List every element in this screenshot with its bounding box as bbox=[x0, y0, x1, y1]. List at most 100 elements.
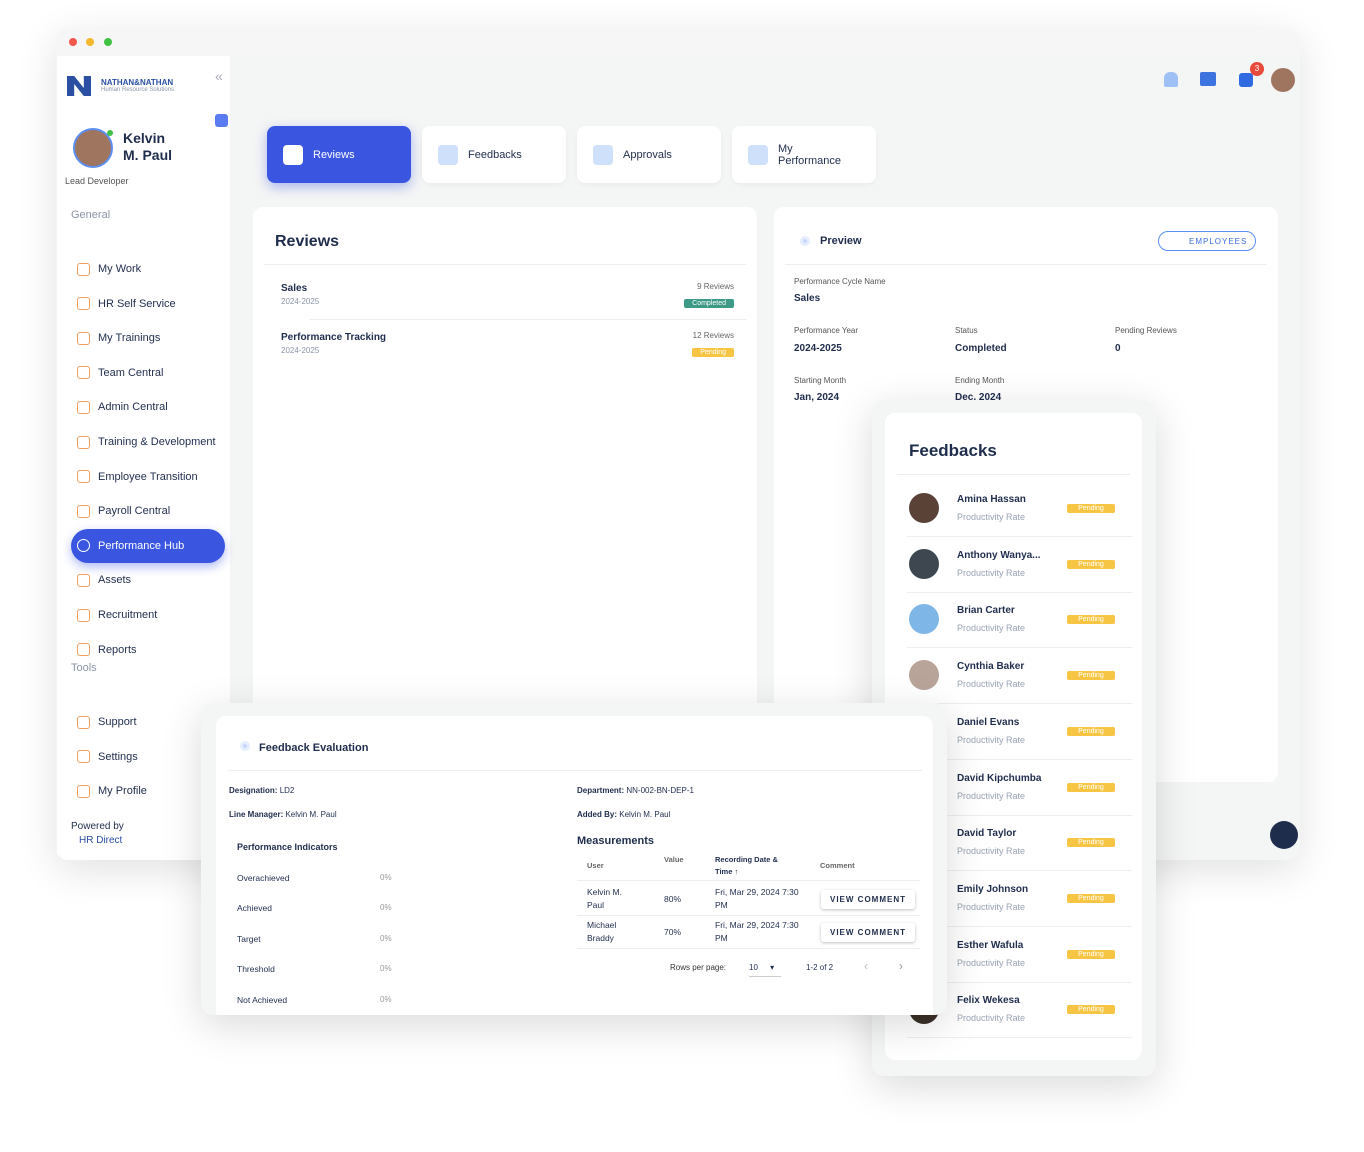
profile-avatar[interactable] bbox=[1271, 68, 1295, 92]
tab-icon bbox=[438, 144, 458, 165]
home-icon[interactable] bbox=[1164, 72, 1178, 87]
apps-icon[interactable] bbox=[215, 114, 228, 127]
feedback-name: Cynthia Baker bbox=[957, 661, 1025, 673]
pending-label: Pending Reviews bbox=[1115, 326, 1177, 335]
review-name: Performance Tracking bbox=[281, 332, 387, 343]
added-by-value: Kelvin M. Paul bbox=[619, 810, 671, 819]
cycle-value: Sales bbox=[794, 293, 821, 304]
grid-icon bbox=[77, 400, 90, 414]
sidebar-item-my-trainings[interactable]: My Trainings bbox=[71, 321, 225, 355]
indicator-label: Threshold bbox=[237, 964, 275, 975]
tab-my-performance[interactable]: My Performance bbox=[732, 126, 876, 183]
sidebar-item-my-work[interactable]: My Work bbox=[71, 252, 225, 286]
sidebar-item-label: My Trainings bbox=[98, 332, 161, 345]
sidebar-item-performance-hub[interactable]: Performance Hub bbox=[71, 528, 225, 563]
status-badge: Pending bbox=[1067, 1005, 1115, 1015]
indicator-value: 0% bbox=[380, 964, 392, 974]
column-header[interactable]: Comment bbox=[820, 860, 910, 872]
sidebar-item-recruitment[interactable]: Recruitment bbox=[71, 598, 225, 632]
book-icon[interactable] bbox=[1200, 72, 1216, 86]
user-last-name: M. Paul bbox=[123, 147, 173, 163]
status-badge: Pending bbox=[1067, 782, 1115, 792]
feedback-item[interactable]: Brian Carter Productivity Rate Pending bbox=[907, 592, 1132, 649]
chat-icon[interactable] bbox=[1239, 73, 1253, 87]
feedback-metric: Productivity Rate bbox=[957, 901, 1026, 912]
status-badge: Pending bbox=[1067, 893, 1115, 903]
sidebar-item-hr-self-service[interactable]: HR Self Service bbox=[71, 287, 225, 321]
tab-approvals[interactable]: Approvals bbox=[577, 126, 721, 183]
section-general: General bbox=[71, 209, 111, 221]
feedback-metric: Productivity Rate bbox=[957, 957, 1026, 968]
review-item[interactable]: Performance Tracking 2024-2025 12 Reviews P… bbox=[253, 330, 757, 375]
brand-logo bbox=[67, 76, 91, 96]
feedback-metric: Productivity Rate bbox=[957, 623, 1026, 634]
indicator-value: 0% bbox=[380, 873, 392, 882]
view-comment-button[interactable]: VIEW COMMENT bbox=[821, 890, 915, 909]
view-comment-button[interactable]: VIEW COMMENT bbox=[821, 923, 915, 942]
designation-value: LD2 bbox=[279, 786, 295, 795]
employees-button[interactable]: EMPLOYEES bbox=[1158, 231, 1256, 251]
feedback-name: Amina Hassan bbox=[957, 494, 1026, 505]
indicator-label: Overachieved bbox=[237, 873, 290, 883]
status-badge: Pending bbox=[1067, 504, 1115, 513]
status-badge: Pending bbox=[1067, 726, 1115, 736]
evaluation-title: Feedback Evaluation bbox=[259, 742, 369, 754]
minimize-window-button[interactable] bbox=[86, 38, 94, 46]
sidebar-item-label: Support bbox=[98, 716, 137, 728]
sidebar-item-label: Training & Development bbox=[98, 436, 216, 448]
tab-label: My Performance bbox=[778, 142, 841, 167]
avatar bbox=[909, 548, 939, 579]
maximize-window-button[interactable] bbox=[104, 38, 112, 46]
tab-label: Feedbacks bbox=[468, 148, 522, 161]
feedback-item[interactable]: Cynthia Baker Productivity Rate Pending bbox=[907, 648, 1132, 705]
tab-feedbacks[interactable]: Feedbacks bbox=[422, 126, 566, 183]
measurements-title: Measurements bbox=[577, 835, 655, 847]
box-icon bbox=[77, 573, 90, 587]
pending-value: 0 bbox=[1115, 343, 1121, 354]
sidebar-item-reports[interactable]: Reports bbox=[71, 633, 225, 667]
table-row: Michael Braddy 70% Fri, Mar 29, 2024 7:30 … bbox=[577, 919, 920, 949]
feedbacks-title: Feedbacks bbox=[909, 441, 997, 460]
hr-direct-logo: HR Direct bbox=[79, 835, 123, 846]
sidebar-item-team-central[interactable]: Team Central bbox=[71, 356, 225, 390]
sidebar-item-employee-transition[interactable]: Employee Transition bbox=[71, 460, 225, 494]
feedback-item[interactable]: Anthony Wanya... Productivity Rate Pending bbox=[907, 537, 1132, 593]
notification-badge: 3 bbox=[1250, 62, 1264, 76]
feedback-metric: Productivity Rate bbox=[957, 679, 1026, 690]
column-header[interactable]: Recording Date & Time ↑ bbox=[715, 854, 795, 878]
prev-page-button[interactable]: ‹ bbox=[864, 959, 868, 973]
tab-reviews[interactable]: Reviews bbox=[267, 126, 411, 183]
list-icon bbox=[77, 262, 90, 276]
feedback-item[interactable]: Amina Hassan Productivity Rate Pending bbox=[907, 481, 1132, 537]
sidebar-item-training-development[interactable]: Training & Development bbox=[71, 425, 225, 459]
user-first-name: Kelvin bbox=[123, 130, 166, 146]
feedback-metric: Productivity Rate bbox=[957, 790, 1026, 801]
sidebar-item-label: Settings bbox=[98, 750, 138, 763]
collapse-sidebar-icon[interactable]: « bbox=[215, 68, 223, 84]
rows-per-page-label: Rows per page: bbox=[670, 963, 727, 972]
preview-title: Preview bbox=[820, 235, 862, 247]
sidebar-item-payroll-central[interactable]: Payroll Central bbox=[71, 494, 225, 528]
user-icon bbox=[77, 608, 90, 622]
feedback-metric: Productivity Rate bbox=[957, 734, 1026, 745]
title-bar bbox=[56, 28, 1300, 56]
next-page-button[interactable]: › bbox=[899, 959, 903, 973]
cell-user: Michael Braddy bbox=[587, 920, 617, 943]
designation-label: Designation: bbox=[229, 786, 278, 795]
dropdown-icon: ▾ bbox=[770, 963, 775, 972]
indicator-value: 0% bbox=[380, 933, 392, 943]
rows-per-page-select[interactable]: 10 ▾ bbox=[749, 961, 781, 977]
sidebar-item-admin-central[interactable]: Admin Central bbox=[71, 390, 225, 424]
sidebar-item-assets[interactable]: Assets bbox=[71, 563, 225, 597]
sidebar-item-label: My Work bbox=[98, 263, 142, 275]
chatbot-button[interactable] bbox=[1270, 821, 1298, 849]
review-item[interactable]: Sales 2024-2025 9 Reviews Completed bbox=[253, 281, 757, 326]
tab-label: Reviews bbox=[313, 148, 355, 161]
powered-by: Powered by bbox=[71, 821, 124, 832]
brand-tagline: Human Resource Solutions bbox=[101, 87, 175, 93]
headset-icon bbox=[77, 715, 90, 729]
close-window-button[interactable] bbox=[69, 38, 77, 46]
feedback-metric: Productivity Rate bbox=[957, 1013, 1026, 1024]
indicator-value: 0% bbox=[380, 903, 392, 913]
status-label: Status bbox=[955, 326, 978, 335]
